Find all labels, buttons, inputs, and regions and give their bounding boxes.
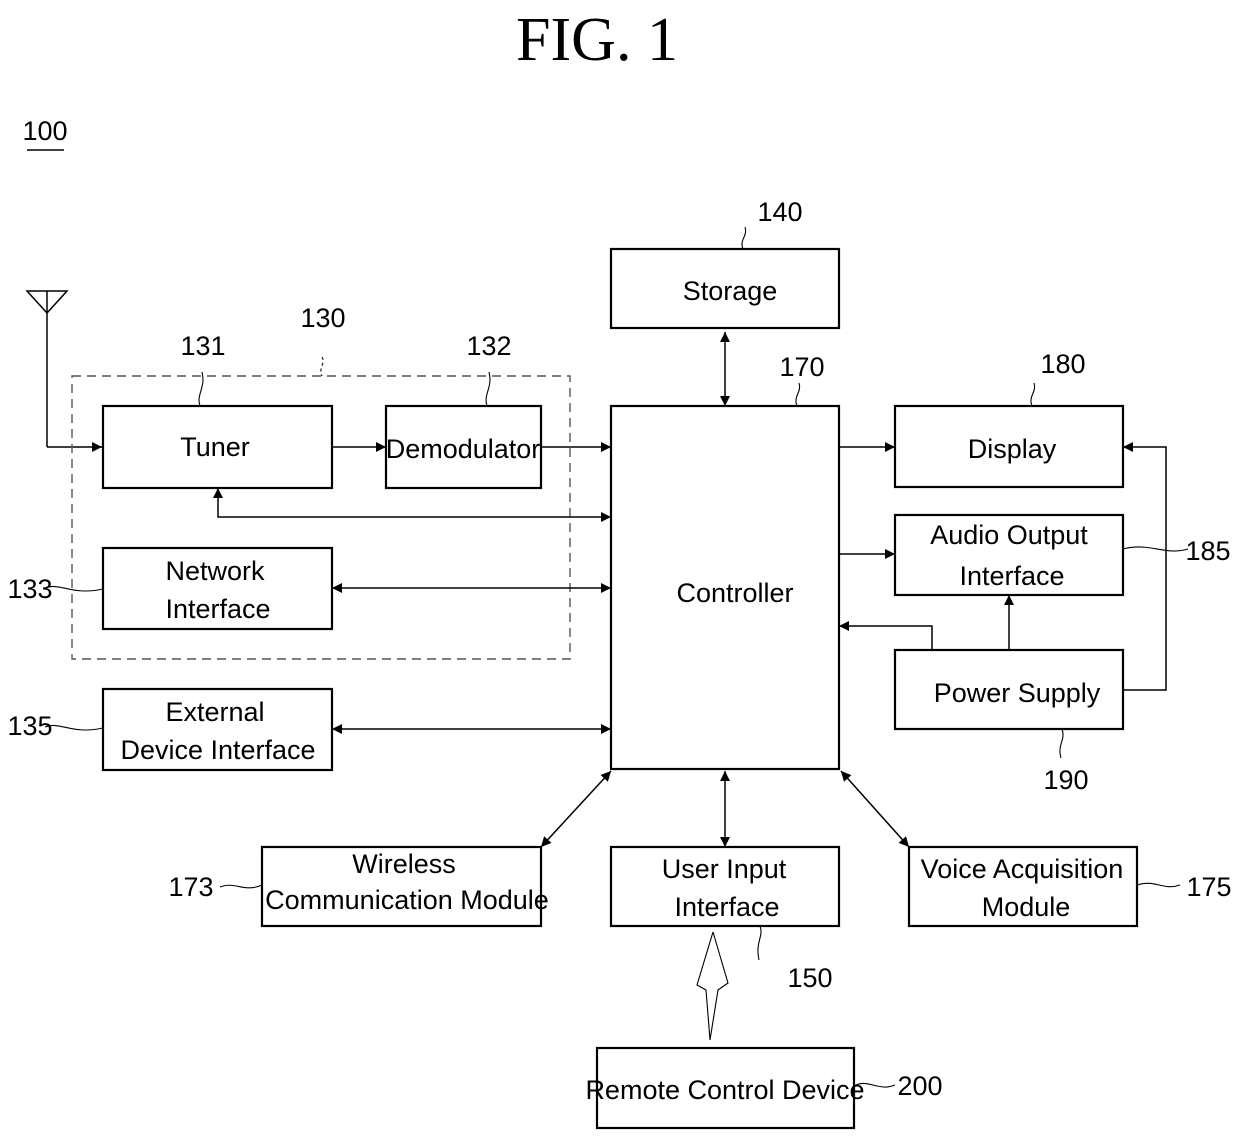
remote-control-device-ref-number: 200 <box>897 1071 942 1101</box>
power-supply-to-controller-arrow <box>839 621 933 650</box>
controller-ref-number: 170 <box>779 352 824 382</box>
audio-output-interface-ref-number: 185 <box>1185 536 1230 566</box>
storage-ref-number: 140 <box>757 197 802 227</box>
demodulator-label: Demodulator <box>386 434 541 464</box>
controller-block: Controller <box>609 404 841 771</box>
controller-tuner-arrow <box>213 488 611 522</box>
group-ref-number: 130 <box>300 303 345 333</box>
device-ref-number: 100 <box>22 116 67 146</box>
tuner-label: Tuner <box>180 432 250 462</box>
wireless-signal-icon <box>696 931 729 1041</box>
controller-label: Controller <box>676 578 793 608</box>
block-diagram: FIG. 1 100 130 Tuner 131 Demodulator 132… <box>7 6 1232 1130</box>
voice-acquisition-module-ref-number: 175 <box>1186 872 1231 902</box>
audio-output-interface-label-line1: Audio Output <box>930 520 1088 550</box>
group-leader-line <box>320 356 324 377</box>
display-label: Display <box>968 434 1057 464</box>
wireless-communication-module-label-line2: Communication Module <box>265 885 549 915</box>
storage-block: Storage <box>609 247 841 330</box>
network-interface-ref-number: 133 <box>7 574 52 604</box>
network-interface-label-line1: Network <box>165 556 265 586</box>
user-input-interface-label-line1: User Input <box>662 854 787 884</box>
user-input-interface-ref-number: 150 <box>787 963 832 993</box>
tuner-block: Tuner <box>101 404 334 490</box>
power-supply-block: Power Supply <box>893 648 1125 731</box>
remote-control-device-block: Remote Control Device <box>585 1046 865 1130</box>
external-device-interface-label-line2: Device Interface <box>120 735 315 765</box>
tuner-ref-number: 131 <box>180 331 225 361</box>
controller-wireless-arrow <box>540 770 612 848</box>
network-interface-label-line2: Interface <box>165 594 270 624</box>
demodulator-ref-number: 132 <box>466 331 511 361</box>
user-input-interface-label-line2: Interface <box>674 892 779 922</box>
remote-control-device-label: Remote Control Device <box>585 1075 864 1105</box>
network-interface-block: Network Interface <box>101 546 334 631</box>
storage-label: Storage <box>683 276 778 306</box>
voice-acquisition-module-label-line2: Module <box>982 892 1071 922</box>
external-device-interface-ref-number: 135 <box>7 711 52 741</box>
power-supply-label: Power Supply <box>934 678 1101 708</box>
wireless-communication-module-block: Wireless Communication Module <box>260 845 549 928</box>
wireless-communication-module-label-line1: Wireless <box>352 849 456 879</box>
audio-output-interface-block: Audio Output Interface <box>893 513 1125 597</box>
figure-title: FIG. 1 <box>516 6 678 74</box>
external-device-interface-label-line1: External <box>165 697 264 727</box>
antenna-icon <box>25 290 102 452</box>
voice-acquisition-module-block: Voice Acquisition Module <box>907 845 1139 928</box>
wireless-communication-module-ref-number: 173 <box>168 872 213 902</box>
controller-voice-acquisition-arrow <box>840 770 910 848</box>
voice-acquisition-module-label-line1: Voice Acquisition <box>921 854 1124 884</box>
external-device-interface-block: External Device Interface <box>101 687 334 772</box>
power-supply-to-display-arrow <box>1123 442 1167 691</box>
audio-output-interface-label-line2: Interface <box>959 561 1064 591</box>
display-ref-number: 180 <box>1040 349 1085 379</box>
demodulator-block: Demodulator <box>384 404 543 490</box>
display-block: Display <box>893 404 1125 489</box>
power-supply-ref-number: 190 <box>1043 765 1088 795</box>
user-input-interface-block: User Input Interface <box>609 845 841 928</box>
